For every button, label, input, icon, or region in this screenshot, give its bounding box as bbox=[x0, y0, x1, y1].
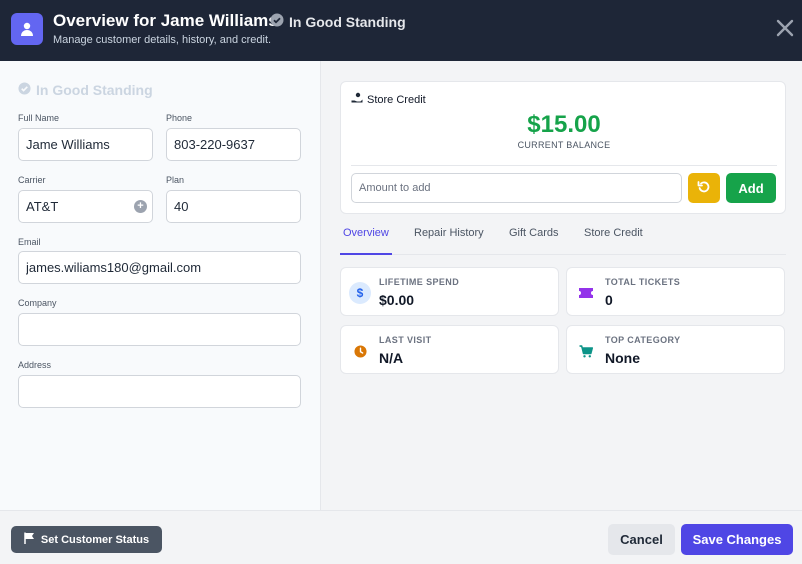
undo-icon bbox=[697, 180, 711, 197]
cart-icon bbox=[575, 340, 597, 362]
clock-icon bbox=[349, 340, 371, 362]
customer-status-label: In Good Standing bbox=[36, 82, 153, 98]
reset-credit-button[interactable] bbox=[688, 173, 720, 203]
modal-footer: Set Customer Status Cancel Save Changes bbox=[0, 510, 802, 564]
credit-balance-amount: $15.00 bbox=[527, 111, 601, 138]
address-label: Address bbox=[18, 360, 52, 370]
stat-value: 0 bbox=[605, 292, 613, 308]
carrier-field[interactable] bbox=[18, 190, 153, 223]
stat-card-total-tickets: TOTAL TICKETS 0 bbox=[566, 267, 785, 316]
store-credit-heading-label: Store Credit bbox=[367, 93, 426, 106]
credit-amount-input[interactable] bbox=[351, 173, 682, 203]
tab-overview[interactable]: Overview bbox=[340, 219, 392, 255]
email-label: Email bbox=[18, 237, 41, 247]
stat-label: LIFETIME SPEND bbox=[379, 277, 460, 287]
hand-coin-icon bbox=[351, 92, 363, 107]
stat-card-last-visit: LAST VISIT N/A bbox=[340, 325, 559, 374]
stat-label: TOP CATEGORY bbox=[605, 335, 681, 345]
standing-badge: In Good Standing bbox=[270, 13, 406, 30]
dollar-icon: $ bbox=[349, 282, 371, 304]
modal-subtitle: Manage customer details, history, and cr… bbox=[53, 34, 272, 46]
user-icon bbox=[11, 13, 43, 45]
plan-field[interactable] bbox=[166, 190, 301, 223]
plus-icon[interactable]: + bbox=[134, 200, 147, 213]
company-field[interactable] bbox=[18, 313, 301, 346]
stat-label: LAST VISIT bbox=[379, 335, 432, 345]
stat-label: TOTAL TICKETS bbox=[605, 277, 681, 287]
stat-card-lifetime-spend: $ LIFETIME SPEND $0.00 bbox=[340, 267, 559, 316]
stat-value: None bbox=[605, 350, 640, 366]
full-name-label: Full Name bbox=[18, 113, 60, 123]
email-field[interactable] bbox=[18, 251, 301, 284]
customer-overview-panel: Store Credit $15.00 CURRENT BALANCE Add … bbox=[321, 61, 802, 510]
divider bbox=[351, 165, 777, 166]
phone-label: Phone bbox=[166, 113, 193, 123]
modal-title: Overview for Jame Williams bbox=[53, 11, 278, 30]
address-field[interactable] bbox=[18, 375, 301, 408]
tab-store-credit[interactable]: Store Credit bbox=[581, 219, 646, 255]
plan-label: Plan bbox=[166, 175, 185, 185]
store-credit-card: Store Credit $15.00 CURRENT BALANCE Add bbox=[340, 81, 786, 214]
company-label: Company bbox=[18, 298, 57, 308]
add-credit-button[interactable]: Add bbox=[726, 173, 776, 203]
stat-value: N/A bbox=[379, 350, 404, 366]
close-icon[interactable] bbox=[774, 17, 796, 39]
store-credit-heading: Store Credit bbox=[351, 92, 426, 107]
full-name-field[interactable] bbox=[18, 128, 153, 161]
set-customer-status-label: Set Customer Status bbox=[40, 533, 150, 546]
carrier-label: Carrier bbox=[18, 175, 46, 185]
customer-details-panel: In Good Standing Full Name Phone Carrier… bbox=[0, 61, 321, 510]
tab-gift-cards[interactable]: Gift Cards bbox=[506, 219, 562, 255]
flag-icon bbox=[24, 532, 35, 547]
check-circle-icon bbox=[18, 82, 31, 98]
stat-value: $0.00 bbox=[379, 292, 415, 308]
stat-card-top-category: TOP CATEGORY None bbox=[566, 325, 785, 374]
check-circle-icon bbox=[270, 13, 284, 30]
carrier-select-wrap: + bbox=[18, 190, 153, 223]
customer-status: In Good Standing bbox=[18, 82, 153, 98]
standing-badge-label: In Good Standing bbox=[289, 13, 406, 30]
overview-tabs: Overview Repair History Gift Cards Store… bbox=[340, 219, 786, 255]
cancel-button[interactable]: Cancel bbox=[608, 524, 675, 555]
ticket-icon bbox=[575, 282, 597, 304]
save-changes-button[interactable]: Save Changes bbox=[681, 524, 793, 555]
tab-repair-history[interactable]: Repair History bbox=[411, 219, 487, 255]
credit-balance-label: CURRENT BALANCE bbox=[517, 140, 611, 150]
phone-field[interactable] bbox=[166, 128, 301, 161]
modal-header: Overview for Jame Williams In Good Stand… bbox=[0, 0, 802, 61]
set-customer-status-button[interactable]: Set Customer Status bbox=[11, 526, 162, 553]
